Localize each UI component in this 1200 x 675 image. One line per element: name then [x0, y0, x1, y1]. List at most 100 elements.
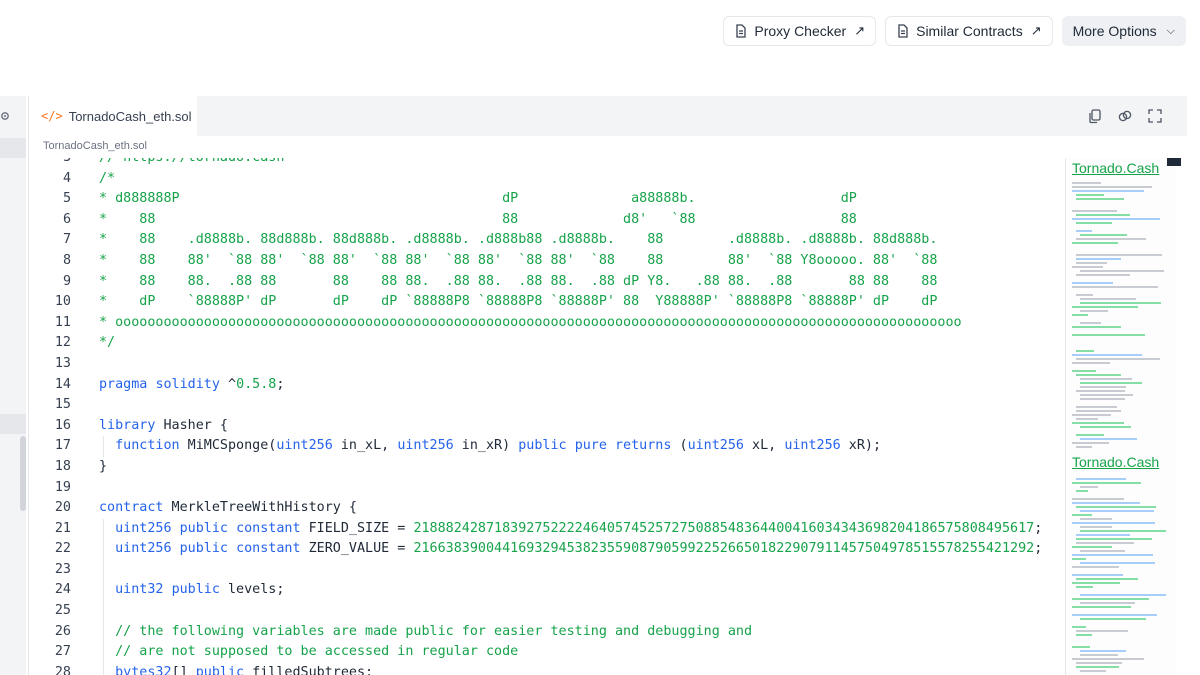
code-line: 10 * dP `88888P' dP dP dP `88888P8 `88888…: [29, 292, 1061, 313]
minimap-logo-text: Tornado.Cash: [1072, 160, 1160, 176]
minimap-line: [1072, 498, 1124, 500]
line-number: 28: [54, 664, 71, 675]
minimap-line: [1080, 394, 1133, 396]
minimap-line: [1072, 210, 1117, 212]
minimap-line: [1080, 386, 1126, 388]
minimap-line: [1072, 182, 1101, 184]
minimap-line: [1072, 646, 1090, 648]
code-text: uint32 public levels;: [115, 582, 285, 598]
line-number: 25: [54, 603, 71, 619]
fullscreen-icon[interactable]: [1147, 108, 1163, 124]
minimap-line: [1072, 658, 1144, 660]
tab-tornadocash-eth-sol[interactable]: </> TornadoCash_eth.sol: [29, 96, 197, 136]
minimap-line: [1072, 286, 1158, 288]
minimap-line: [1072, 566, 1119, 568]
proxy-checker-button[interactable]: Proxy Checker ↗: [723, 16, 877, 46]
sidebar-item[interactable]: [0, 414, 26, 434]
minimap-line: [1080, 270, 1164, 272]
code-text: contract MerkleTreeWithHistory {: [99, 500, 357, 516]
minimap-line: [1072, 218, 1160, 220]
line-number: 18: [54, 458, 71, 474]
code-text: * dP `88888P' dP dP dP `88888P8 `88888P8…: [99, 294, 938, 310]
minimap-line: [1080, 486, 1098, 488]
sidebar-scrollbar[interactable]: [20, 436, 26, 511]
minimap-line: [1076, 434, 1104, 436]
code-line: 5 * d888888P dP a88888b. dP: [29, 189, 1061, 210]
code-line: 3 // https://tornado.cash: [29, 158, 1061, 169]
code-file-icon: </>: [41, 109, 63, 123]
external-link-icon: ↗: [1030, 23, 1042, 38]
minimap-line: [1076, 358, 1160, 360]
minimap-line: [1076, 230, 1092, 232]
line-number: 22: [54, 541, 71, 557]
document-icon: [896, 24, 910, 38]
minimap-line: [1080, 298, 1136, 300]
minimap-line: [1076, 578, 1138, 580]
minimap-line: [1076, 630, 1128, 632]
line-number: 6: [62, 211, 71, 227]
minimap-line: [1072, 554, 1153, 556]
code-text: * 88 .d8888b. 88d888b. 88d888b. .d8888b.…: [99, 232, 938, 248]
line-number: 8: [62, 252, 71, 268]
minimap-line: [1076, 274, 1130, 276]
code-line: 6 * 88 88 d8' `88 88: [29, 210, 1061, 231]
code-text: uint256 public constant FIELD_SIZE = 218…: [115, 520, 1043, 536]
code-text: pragma solidity ^0.5.8;: [99, 376, 285, 392]
minimap-line: [1076, 534, 1130, 536]
code-text: uint256 public constant ZERO_VALUE = 216…: [115, 541, 1043, 557]
code-text: * d888888P dP a88888b. dP: [99, 191, 857, 207]
similar-contracts-label: Similar Contracts: [916, 23, 1023, 39]
minimap-line: [1080, 530, 1166, 532]
code-area[interactable]: 3 // https://tornado.cash 4 /* 5 * d888888P d…: [29, 158, 1061, 675]
line-number: 7: [62, 232, 71, 248]
more-options-button[interactable]: More Options ⌵: [1061, 16, 1186, 46]
minimap-line: [1072, 422, 1124, 424]
minimap-line: [1072, 354, 1142, 356]
line-number: 13: [54, 355, 71, 371]
line-number: 21: [54, 520, 71, 536]
code-minimap[interactable]: Tornado.Cash Tornado.Cash: [1065, 158, 1176, 675]
minimap-line: [1072, 326, 1121, 328]
code-text: // https://tornado.cash: [99, 158, 284, 169]
code-text: // are not supposed to be accessed in re…: [99, 644, 519, 660]
copy-icon[interactable]: [1087, 108, 1103, 124]
code-line: 27 // are not supposed to be accessed in…: [29, 642, 1061, 663]
line-number: 19: [54, 479, 71, 495]
gear-icon[interactable]: [0, 108, 10, 120]
line-number: 16: [54, 417, 71, 433]
minimap-line: [1072, 522, 1155, 524]
link-icon[interactable]: [1117, 108, 1133, 124]
line-number: 15: [54, 397, 71, 413]
minimap-line: [1080, 234, 1127, 236]
minimap-line: [1076, 542, 1134, 544]
minimap-line: [1076, 262, 1107, 264]
code-line: 17 function MiMCSponge(uint256 in_xL, ui…: [29, 436, 1061, 457]
minimap-scroll-indicator[interactable]: [1167, 158, 1181, 166]
minimap-line: [1080, 438, 1137, 440]
line-number: 10: [54, 294, 71, 310]
code-text: // the following variables are made publ…: [99, 623, 753, 639]
minimap-line: [1076, 294, 1093, 296]
minimap-line: [1080, 594, 1166, 596]
left-sidebar-edge: [0, 96, 26, 675]
minimap-line: [1072, 414, 1111, 416]
minimap-line: [1080, 302, 1161, 304]
minimap-line: [1072, 186, 1152, 188]
line-number: 9: [62, 273, 71, 289]
minimap-line: [1076, 478, 1126, 480]
minimap-line: [1072, 314, 1088, 316]
sidebar-item[interactable]: [0, 138, 26, 158]
code-editor-panel: </> TornadoCash_eth.sol TornadoCash_eth.…: [28, 96, 1187, 675]
minimap-line: [1072, 482, 1141, 484]
similar-contracts-button[interactable]: Similar Contracts ↗: [885, 16, 1053, 46]
more-options-label: More Options: [1072, 23, 1157, 39]
minimap-line: [1076, 406, 1117, 408]
minimap-logo-text: Tornado.Cash: [1072, 454, 1160, 470]
minimap-line: [1076, 666, 1119, 668]
code-line: 23: [29, 559, 1061, 581]
minimap-line: [1072, 582, 1120, 584]
line-number: 27: [54, 644, 71, 660]
line-number: 20: [54, 500, 71, 516]
breadcrumb: TornadoCash_eth.sol: [43, 140, 147, 152]
minimap-line: [1072, 370, 1096, 372]
